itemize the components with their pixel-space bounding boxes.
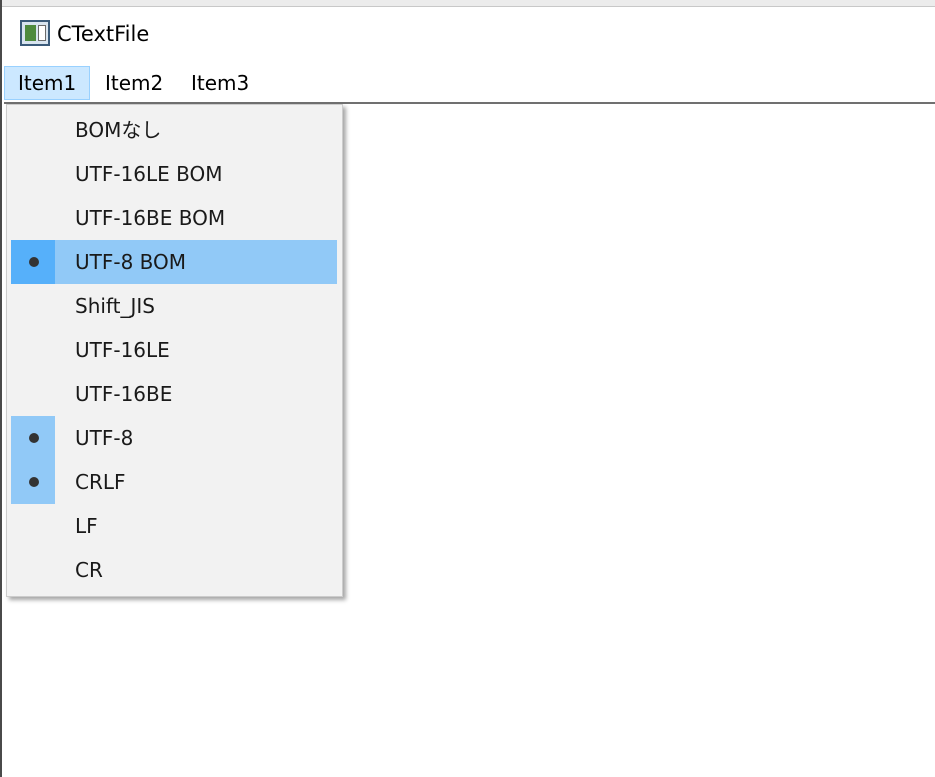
dropdown-item-label: UTF-8 BOM	[75, 250, 187, 274]
menu-bar: Item1 Item2 Item3	[4, 64, 935, 104]
dropdown-item-utf16le[interactable]: UTF-16LE	[11, 328, 337, 372]
app-icon-panel-left	[25, 25, 36, 41]
dropdown-item-label: UTF-16BE	[75, 382, 173, 406]
dropdown-item-utf16le-bom[interactable]: UTF-16LE BOM	[11, 152, 337, 196]
dropdown-item-bom-none[interactable]: BOMなし	[11, 108, 337, 152]
window-title: CTextFile	[57, 22, 150, 46]
dropdown-item-utf16be[interactable]: UTF-16BE	[11, 372, 337, 416]
dropdown-item-utf8[interactable]: UTF-8	[11, 416, 337, 460]
app-icon-panel-right	[38, 25, 46, 41]
app-icon	[20, 20, 50, 46]
menu-item-item3[interactable]: Item3	[177, 66, 263, 100]
check-area	[11, 284, 55, 328]
check-area	[11, 328, 55, 372]
check-area	[11, 372, 55, 416]
dropdown-item-label: UTF-16LE BOM	[75, 162, 223, 186]
check-area	[11, 504, 55, 548]
menu-item-item2[interactable]: Item2	[91, 66, 177, 100]
check-area	[11, 240, 55, 284]
dropdown-item-utf16be-bom[interactable]: UTF-16BE BOM	[11, 196, 337, 240]
dropdown-item-utf8-bom[interactable]: UTF-8 BOM	[11, 240, 337, 284]
dropdown-item-label: CRLF	[75, 470, 126, 494]
dropdown-item-label: UTF-8	[75, 426, 134, 450]
menu-item-item1[interactable]: Item1	[4, 66, 91, 100]
radio-bullet-icon	[29, 477, 39, 487]
dropdown-item-crlf[interactable]: CRLF	[11, 460, 337, 504]
dropdown-item-label: LF	[75, 514, 98, 538]
dropdown-item-shift-jis[interactable]: Shift_JIS	[11, 284, 337, 328]
check-area	[11, 108, 55, 152]
dropdown-item-label: Shift_JIS	[75, 294, 155, 318]
radio-bullet-icon	[29, 433, 39, 443]
top-edge-strip	[2, 0, 935, 7]
dropdown-item-cr[interactable]: CR	[11, 548, 337, 592]
dropdown-item-lf[interactable]: LF	[11, 504, 337, 548]
check-area	[11, 548, 55, 592]
check-area	[11, 196, 55, 240]
check-area	[11, 460, 55, 504]
item1-dropdown-menu: BOMなし UTF-16LE BOM UTF-16BE BOM UTF-8 BO…	[6, 104, 343, 597]
dropdown-item-label: UTF-16LE	[75, 338, 170, 362]
dropdown-item-label: UTF-16BE BOM	[75, 206, 226, 230]
radio-bullet-icon	[29, 257, 39, 267]
app-window: CTextFile Item1 Item2 Item3 BOMなし UTF-16…	[0, 0, 935, 777]
title-bar: CTextFile	[4, 7, 935, 63]
check-area	[11, 416, 55, 460]
dropdown-item-label: BOMなし	[75, 118, 162, 142]
dropdown-item-label: CR	[75, 558, 103, 582]
check-area	[11, 152, 55, 196]
